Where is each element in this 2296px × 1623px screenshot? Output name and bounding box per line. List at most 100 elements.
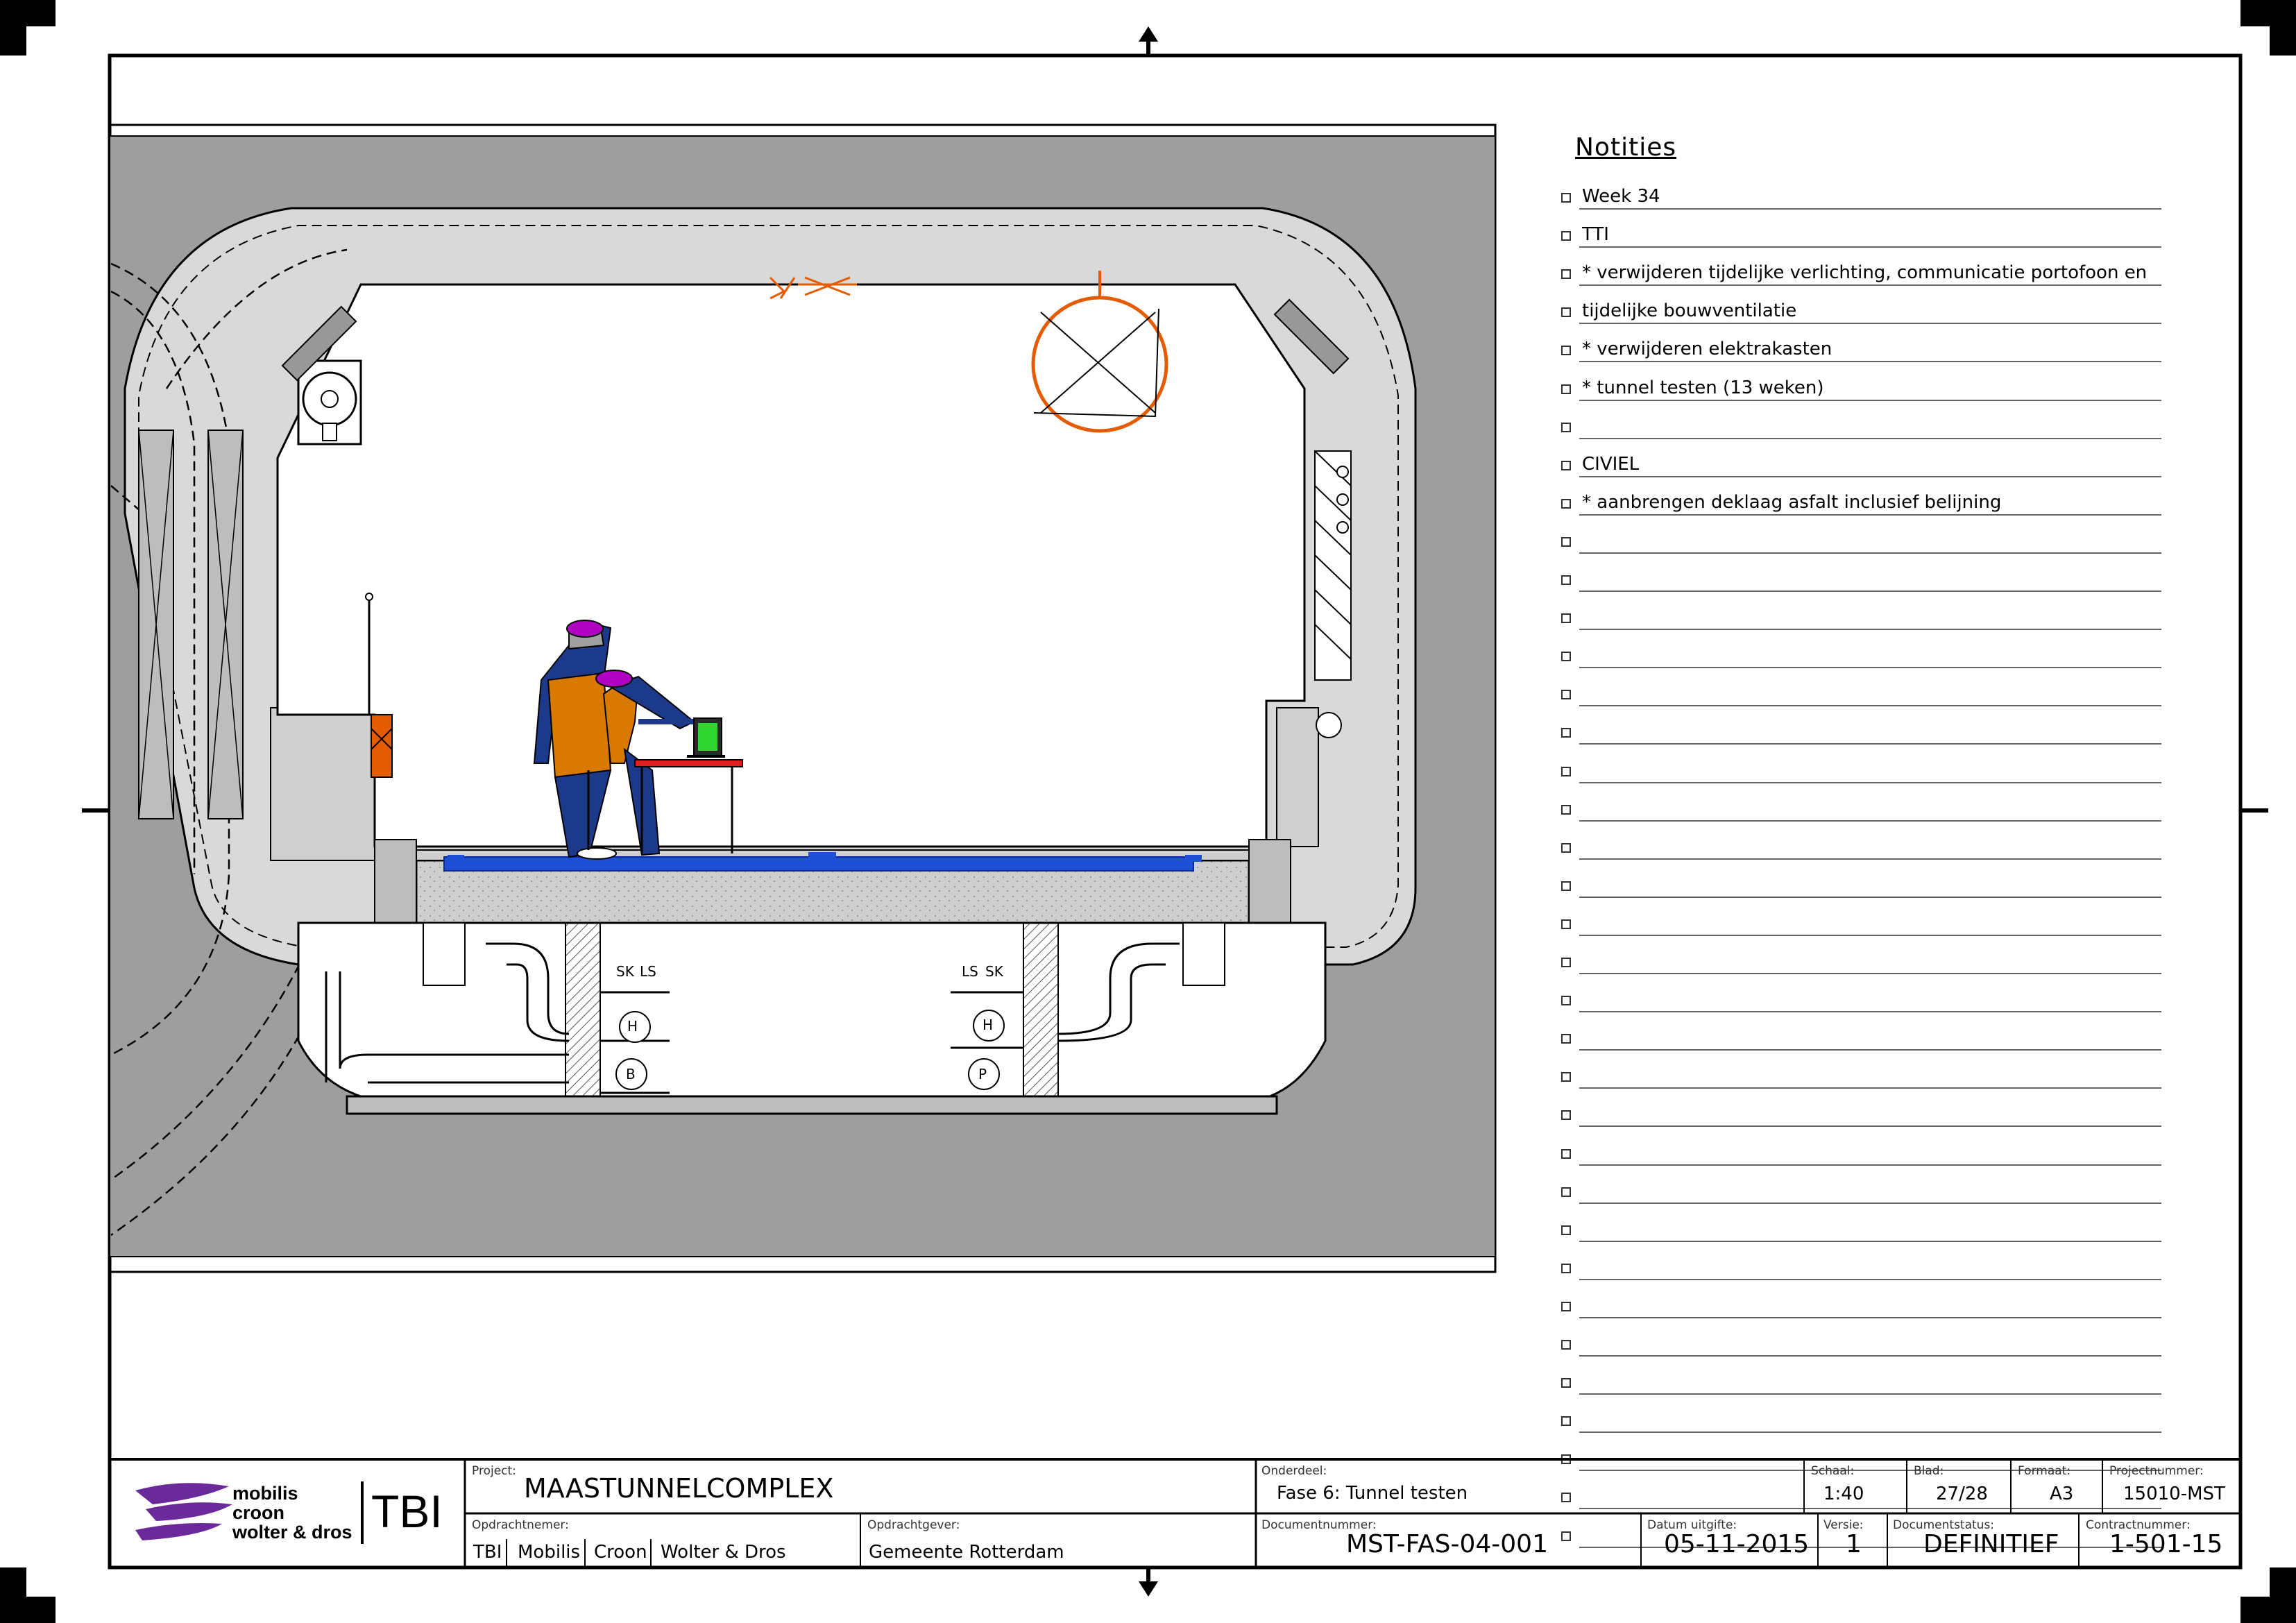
note-row: * aanbrengen deklaag asfalt inclusief be… [1561,488,2161,525]
note-checkbox[interactable] [1561,269,1571,280]
service-gallery [297,921,1327,1115]
cable-label-sk-left: SK [616,963,634,980]
note-row: * verwijderen tijdelijke verlichting, co… [1561,258,2161,296]
note-rule [1579,552,2161,554]
note-rule [1579,1431,2161,1434]
projectnummer-value: 15010-MST [2123,1484,2225,1504]
documentnummer-value: MST-FAS-04-001 [1346,1530,1548,1558]
note-row: CIVIEL [1561,450,2161,487]
note-rule [1579,1470,2161,1472]
note-checkbox[interactable] [1561,728,1571,738]
note-row [1561,1061,2161,1098]
note-row [1561,679,2161,716]
note-checkbox[interactable] [1561,1340,1571,1350]
note-checkbox[interactable] [1561,1454,1571,1465]
pump-label-b: B [626,1066,636,1082]
logo-line-wolter-dros: wolter & dros [232,1522,352,1543]
note-text: tijdelijke bouwventilatie [1582,300,1797,322]
formaat-value: A3 [2050,1484,2074,1504]
note-checkbox[interactable] [1561,498,1571,509]
note-checkbox[interactable] [1561,842,1571,853]
note-rule [1579,361,2161,363]
note-rule [1579,437,2161,439]
note-checkbox[interactable] [1561,346,1571,356]
note-text: * aanbrengen deklaag asfalt inclusief be… [1582,491,2002,513]
note-checkbox[interactable] [1561,804,1571,815]
note-rule [1579,1164,2161,1166]
note-row [1561,640,2161,678]
note-checkbox[interactable] [1561,652,1571,662]
note-checkbox[interactable] [1561,958,1571,967]
traffic-space [276,283,1306,848]
cable-label-ls-left: LS [640,963,656,980]
note-row [1561,1252,2161,1290]
note-rule [1579,858,2161,860]
note-checkbox[interactable] [1561,536,1571,547]
opdrachtnemer-mobilis: Mobilis [518,1542,581,1563]
note-row [1561,526,2161,563]
note-checkbox[interactable] [1561,575,1571,585]
note-rule [1579,934,2161,936]
note-row: * tunnel testen (13 weken) [1561,373,2161,411]
note-checkbox[interactable] [1561,1187,1571,1197]
note-row: Week 34 [1561,182,2161,219]
note-rule [1579,629,2161,631]
note-rule [1579,1240,2161,1242]
logo-text: mobilis croon wolter & dros [232,1484,352,1542]
note-checkbox[interactable] [1561,1034,1571,1044]
note-checkbox[interactable] [1561,1493,1571,1503]
note-row [1561,411,2161,449]
contract-value: 1-501-15 [2109,1530,2223,1558]
notes-title: Notities [1575,133,1677,162]
note-rule [1579,1011,2161,1013]
logo-line-mobilis: mobilis [232,1483,298,1504]
cable-label-ls-right: LS [962,963,978,980]
note-checkbox[interactable] [1561,307,1571,318]
note-rule [1579,1202,2161,1204]
note-checkbox[interactable] [1561,1148,1571,1159]
projectnummer-label: Projectnummer: [2109,1464,2204,1478]
note-rule [1579,513,2161,516]
note-row [1561,985,2161,1022]
jet-fan [297,359,362,445]
note-checkbox[interactable] [1561,1072,1571,1082]
note-row: * verwijderen elektrakasten [1561,334,2161,372]
note-checkbox[interactable] [1561,1110,1571,1121]
pump-label-p: P [978,1066,987,1082]
note-rule [1579,896,2161,898]
note-checkbox[interactable] [1561,1225,1571,1235]
note-checkbox[interactable] [1561,193,1571,203]
note-checkbox[interactable] [1561,919,1571,929]
note-checkbox[interactable] [1561,1263,1571,1273]
note-rule [1579,1125,2161,1128]
note-row: tijdelijke bouwventilatie [1561,296,2161,334]
note-checkbox[interactable] [1561,231,1571,241]
note-rule [1579,284,2161,287]
note-row [1561,794,2161,831]
note-row [1561,1176,2161,1214]
drawing-sheet: H B H P SK LS LS SK Notities Week 34 TTI *… [0,0,2296,1623]
note-checkbox[interactable] [1561,384,1571,394]
note-row [1561,717,2161,754]
schaal-value: 1:40 [1823,1484,1864,1504]
note-checkbox[interactable] [1561,422,1571,432]
note-rule [1579,1049,2161,1051]
note-text: * verwijderen elektrakasten [1582,339,1832,360]
note-checkbox[interactable] [1561,1378,1571,1388]
note-checkbox[interactable] [1561,881,1571,891]
note-checkbox[interactable] [1561,460,1571,470]
note-checkbox[interactable] [1561,1531,1571,1541]
note-row [1561,1329,2161,1366]
note-checkbox[interactable] [1561,613,1571,624]
note-rule [1579,590,2161,592]
note-checkbox[interactable] [1561,690,1571,700]
note-checkbox[interactable] [1561,1301,1571,1311]
note-row [1561,1405,2161,1443]
note-checkbox[interactable] [1561,766,1571,776]
note-rule [1579,1278,2161,1280]
project-label: Project: [472,1464,516,1478]
note-checkbox[interactable] [1561,1416,1571,1427]
opdrachtnemer-label: Opdrachtnemer: [472,1518,569,1532]
note-rule [1579,475,2161,477]
note-checkbox[interactable] [1561,996,1571,1006]
